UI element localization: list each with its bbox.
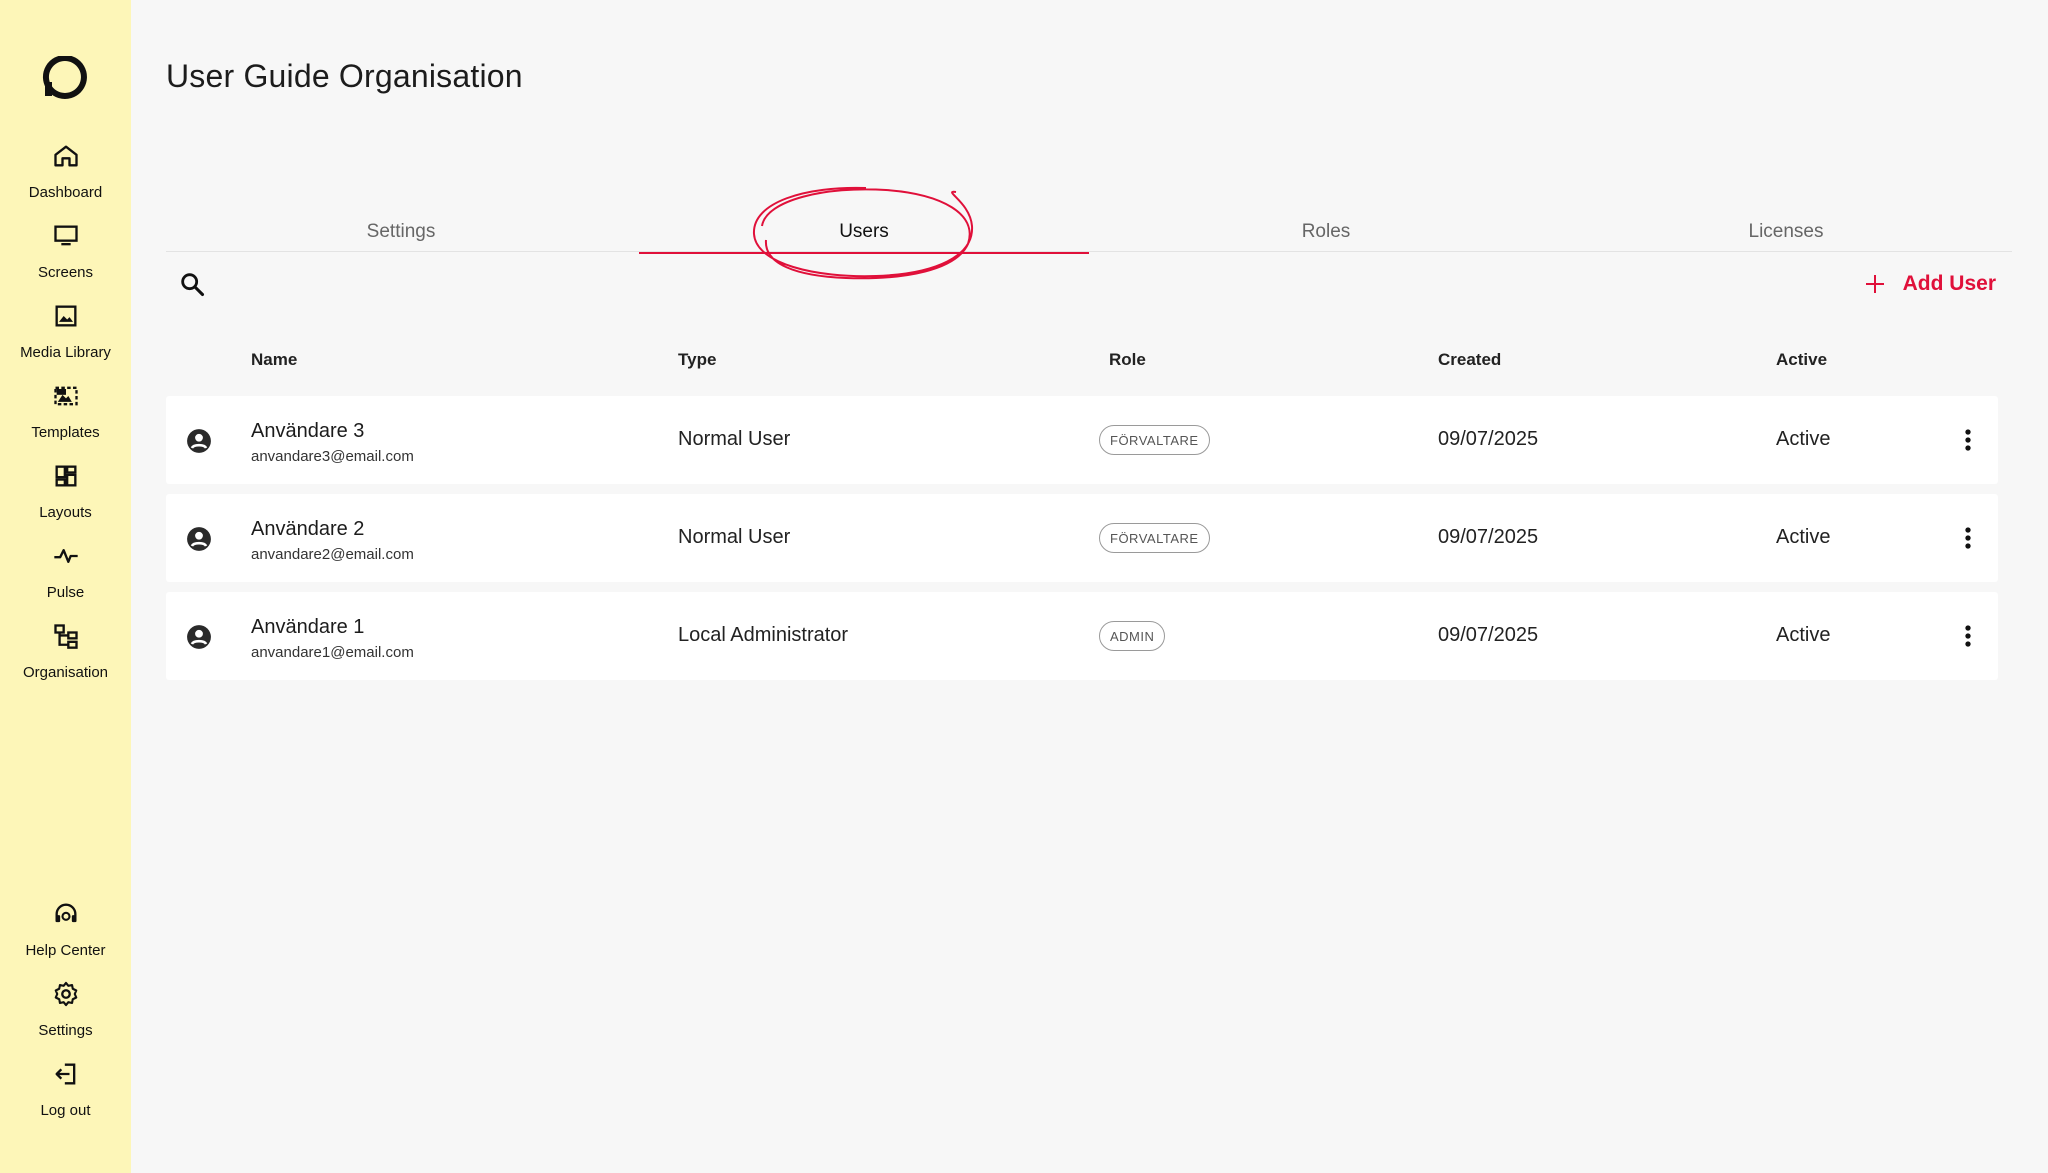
- sidebar-item-logout[interactable]: Log out: [0, 1060, 131, 1119]
- created-date: 09/07/2025: [1438, 428, 1539, 450]
- role-badge: ADMIN: [1099, 621, 1166, 651]
- user-type: Normal User: [678, 428, 791, 450]
- sidebar-item-label: Help Center: [25, 942, 106, 959]
- table-header: Name Type Role Created Active: [166, 346, 1998, 376]
- user-name: Användare 2: [251, 518, 365, 540]
- sidebar-item-help-center[interactable]: Help Center: [0, 900, 131, 959]
- sidebar-item-dashboard[interactable]: Dashboard: [0, 142, 131, 201]
- sidebar-item-label: Log out: [40, 1102, 91, 1119]
- search-icon[interactable]: [178, 270, 206, 298]
- home-icon: [53, 145, 78, 167]
- add-user-button[interactable]: Add User: [1863, 272, 1996, 296]
- pulse-icon: [53, 549, 78, 563]
- sidebar-item-settings[interactable]: Settings: [0, 980, 131, 1039]
- page-title: User Guide Organisation: [166, 58, 523, 94]
- monitor-icon: [53, 225, 78, 246]
- org-icon: [53, 624, 78, 649]
- tab-bar: Settings Users Roles Licenses: [166, 212, 2012, 254]
- logout-icon: [55, 1063, 75, 1085]
- table-row[interactable]: Användare 3 anvandare3@email.com Normal …: [166, 396, 1998, 484]
- role-badge: FÖRVALTARE: [1099, 523, 1210, 553]
- active-status: Active: [1776, 526, 1831, 548]
- active-status: Active: [1776, 428, 1831, 450]
- sidebar-item-organisation[interactable]: Organisation: [0, 622, 131, 681]
- sidebar-item-screens[interactable]: Screens: [0, 222, 131, 281]
- gear-icon: [54, 981, 77, 1007]
- logo-icon[interactable]: [42, 56, 88, 108]
- created-date: 09/07/2025: [1438, 526, 1539, 548]
- headset-icon: [55, 903, 76, 923]
- column-header-name[interactable]: Name: [251, 350, 297, 370]
- sidebar-item-label: Screens: [37, 264, 94, 281]
- user-avatar-icon: [187, 625, 211, 649]
- more-vert-icon[interactable]: [1952, 620, 1984, 652]
- table-row[interactable]: Användare 1 anvandare1@email.com Local A…: [166, 592, 1998, 680]
- user-name: Användare 1: [251, 616, 365, 638]
- sidebar-item-media-library[interactable]: Media Library: [0, 302, 131, 361]
- user-avatar-icon: [187, 429, 211, 453]
- sidebar: Dashboard Screens Media Library Template…: [0, 0, 131, 1173]
- more-vert-icon[interactable]: [1952, 424, 1984, 456]
- column-header-role[interactable]: Role: [1109, 350, 1146, 370]
- sidebar-item-label: Pulse: [46, 584, 85, 601]
- user-type: Normal User: [678, 526, 791, 548]
- tab-licenses[interactable]: Licenses: [1561, 212, 2011, 252]
- sidebar-item-layouts[interactable]: Layouts: [0, 462, 131, 521]
- template-icon: [53, 386, 78, 406]
- user-name: Användare 3: [251, 420, 365, 442]
- add-user-label: Add User: [1902, 272, 1996, 295]
- column-header-active[interactable]: Active: [1776, 350, 1827, 370]
- layout-icon: [55, 465, 76, 487]
- tab-roles[interactable]: Roles: [1101, 212, 1551, 252]
- sidebar-item-label: Settings: [38, 1022, 93, 1039]
- active-status: Active: [1776, 624, 1831, 646]
- user-email: anvandare1@email.com: [251, 644, 414, 661]
- sidebar-item-label: Layouts: [39, 504, 92, 521]
- tab-settings[interactable]: Settings: [166, 212, 636, 252]
- table-row[interactable]: Användare 2 anvandare2@email.com Normal …: [166, 494, 1998, 582]
- sidebar-item-templates[interactable]: Templates: [0, 382, 131, 441]
- column-header-type[interactable]: Type: [678, 350, 716, 370]
- user-type: Local Administrator: [678, 624, 849, 646]
- user-email: anvandare3@email.com: [251, 448, 414, 465]
- plus-icon: [1865, 275, 1884, 293]
- user-avatar-icon: [187, 527, 211, 551]
- image-icon: [55, 305, 76, 327]
- user-email: anvandare2@email.com: [251, 546, 414, 563]
- sidebar-item-label: Organisation: [22, 664, 109, 681]
- role-badge: FÖRVALTARE: [1099, 425, 1210, 455]
- sidebar-item-pulse[interactable]: Pulse: [0, 542, 131, 601]
- created-date: 09/07/2025: [1438, 624, 1539, 646]
- sidebar-item-label: Dashboard: [28, 184, 103, 201]
- more-vert-icon[interactable]: [1952, 522, 1984, 554]
- sidebar-item-label: Media Library: [20, 344, 111, 361]
- tab-users[interactable]: Users: [639, 212, 1089, 254]
- sidebar-item-label: Templates: [31, 424, 100, 441]
- column-header-created[interactable]: Created: [1438, 350, 1501, 370]
